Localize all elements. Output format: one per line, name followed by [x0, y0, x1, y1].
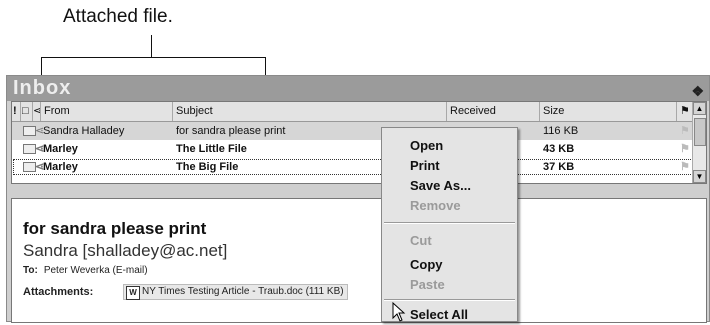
scroll-up-arrow-icon[interactable]: ▲ [693, 102, 706, 115]
to-label: To: [23, 265, 38, 276]
to-value: Peter Weverka (E-mail) [43, 265, 148, 276]
document-column-icon[interactable]: □ [21, 102, 33, 121]
inbox-title-text: Inbox [13, 77, 72, 99]
menu-item-remove: Remove [410, 198, 461, 213]
preview-pane: for sandra please print Sandra [shallade… [11, 198, 707, 323]
word-document-icon: W [126, 286, 140, 300]
mouse-pointer-icon [392, 302, 406, 322]
size-column-header[interactable]: Size [540, 102, 677, 121]
attachment-name: NY Times Testing Article - Traub.doc (11… [142, 286, 344, 297]
importance-column-icon[interactable]: ! [12, 102, 21, 121]
menu-item-cut: Cut [410, 233, 432, 248]
menu-separator [384, 299, 515, 301]
subject-column-header[interactable]: Subject [173, 102, 447, 121]
scroll-down-arrow-icon[interactable]: ▼ [693, 170, 706, 183]
message-size: 37 KB [543, 161, 575, 173]
menu-item-print[interactable]: Print [382, 155, 517, 176]
attachments-label: Attachments: [23, 286, 94, 298]
message-from: Sandra Halladey [43, 125, 125, 137]
message-list[interactable]: ! □ ⋖ From Subject Received Size ⚑ ⋖ San… [11, 101, 707, 184]
flag-icon[interactable]: ⚑ [680, 140, 690, 158]
preview-to: To: Peter Weverka (E-mail) [23, 265, 148, 276]
flag-icon[interactable]: ⚑ [680, 122, 690, 140]
preview-from: Sandra [shalladey@ac.net] [23, 241, 228, 260]
column-header: ! □ ⋖ From Subject Received Size ⚑ [12, 102, 694, 122]
message-row[interactable]: ⋖ Marley The Little File 43 KB ⚑ [12, 140, 694, 158]
message-from: Marley [43, 143, 78, 155]
inbox-window: Inbox ❖ ! □ ⋖ From Subject Received Size… [6, 75, 710, 323]
attachment-file[interactable]: W NY Times Testing Article - Traub.doc (… [123, 284, 348, 300]
inbox-title: Inbox ❖ [7, 76, 709, 101]
flag-icon[interactable]: ⚑ [680, 158, 690, 176]
message-from: Marley [43, 161, 78, 173]
attachment-column-icon[interactable]: ⋖ [33, 102, 41, 121]
list-scrollbar[interactable]: ▲ ▼ [692, 102, 706, 183]
preview-subject: for sandra please print [23, 219, 207, 238]
callout-text: Attached file. [63, 6, 173, 27]
message-row[interactable]: ⋖ Sandra Halladey for sandra please prin… [12, 122, 694, 140]
attachment-context-menu: Open Print Save As... Remove Cut Copy Pa… [381, 127, 518, 322]
message-size: 116 KB [543, 125, 579, 137]
message-row[interactable]: ⋖ Marley The Big File 37 KB ⚑ [12, 158, 694, 176]
menu-item-save-as[interactable]: Save As... [382, 175, 517, 196]
from-column-header[interactable]: From [41, 102, 173, 121]
menu-item-open[interactable]: Open [382, 135, 517, 156]
callout-line [151, 35, 152, 57]
menu-separator [384, 222, 515, 224]
scroll-thumb[interactable] [694, 118, 706, 146]
menu-item-paste: Paste [410, 277, 445, 292]
received-column-header[interactable]: Received [447, 102, 540, 121]
menu-item-copy[interactable]: Copy [382, 254, 517, 275]
callout-line [41, 57, 266, 58]
message-size: 43 KB [543, 143, 575, 155]
